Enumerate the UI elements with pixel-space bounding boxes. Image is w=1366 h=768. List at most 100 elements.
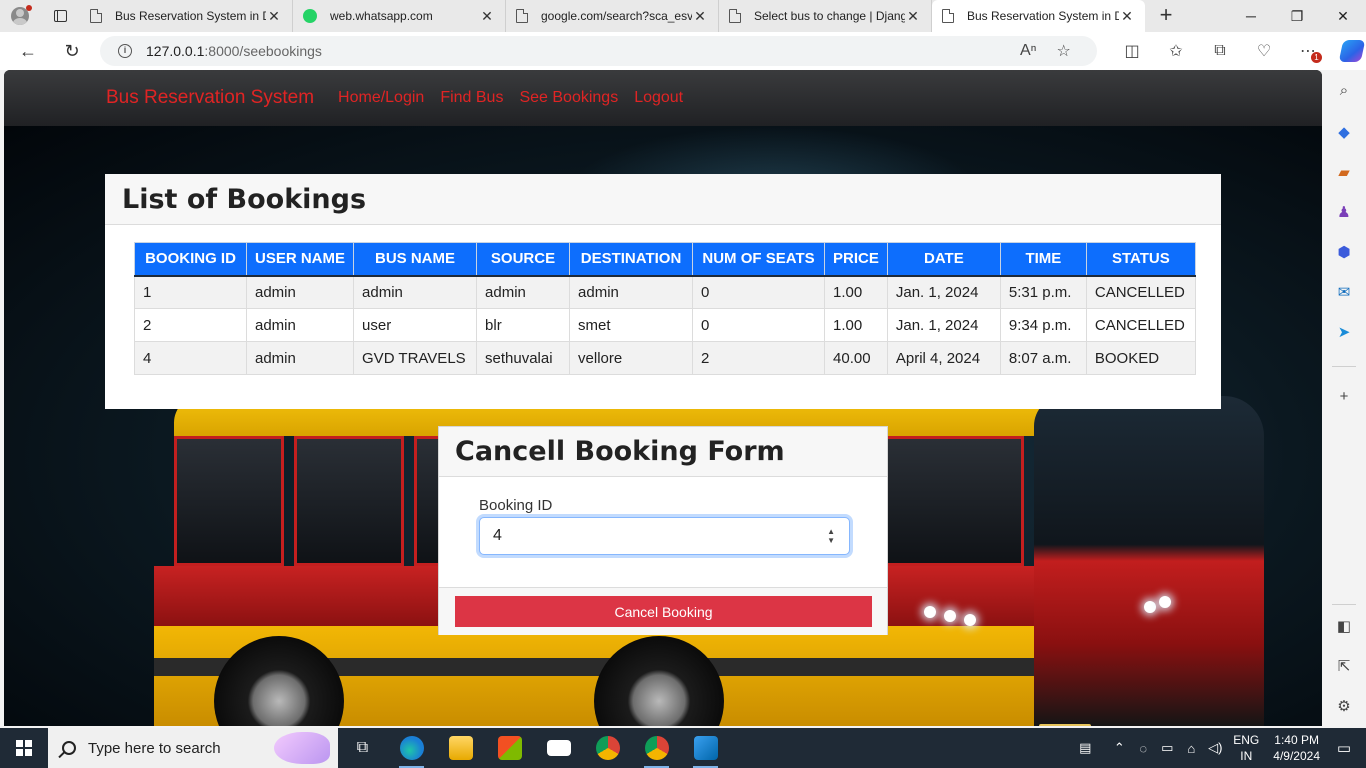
table-cell: admin <box>569 275 694 309</box>
close-icon[interactable]: ✕ <box>905 8 921 25</box>
minimize-icon[interactable]: ─ <box>1228 0 1274 32</box>
brand-link[interactable]: Bus Reservation System <box>106 87 314 109</box>
chrome-icon <box>644 736 669 760</box>
browser-tab[interactable]: google.com/search?sca_esv ✕ <box>506 0 719 32</box>
booking-id-input[interactable]: 4 ▲ ▼ <box>479 517 850 555</box>
nav-logout[interactable]: Logout <box>634 89 683 107</box>
sidebar-divider <box>1332 604 1356 605</box>
taskbar-mail[interactable] <box>534 728 583 768</box>
favorite-star-icon[interactable]: ☆ <box>1057 41 1071 61</box>
tab-actions-icon <box>53 10 67 22</box>
nav-find-bus[interactable]: Find Bus <box>440 89 503 107</box>
table-row: 1 admin admin admin admin 0 1.00 Jan. 1,… <box>134 275 1196 309</box>
close-icon[interactable]: ✕ <box>692 8 708 25</box>
table-cell: 40.00 <box>824 341 888 375</box>
table-cell: admin <box>353 275 478 309</box>
clock[interactable]: 1:40 PM 4/9/2024 <box>1273 732 1320 764</box>
keyboard-icon[interactable]: ▤ <box>1073 740 1097 756</box>
outlook-icon[interactable]: ✉ <box>1334 282 1354 302</box>
table-cell: 2 <box>692 341 826 375</box>
page-icon <box>90 9 102 23</box>
edge-sidebar: ⌕ ◆ ▰ ♟ ⬢ ✉ ➤ + ◧ ⇱ ⚙ <box>1322 70 1366 726</box>
table-cell: blr <box>476 308 571 342</box>
taskbar-search[interactable]: Type here to search <box>48 728 338 768</box>
start-button[interactable] <box>0 728 48 768</box>
browser-tab[interactable]: Select bus to change | Djang ✕ <box>719 0 932 32</box>
number-spinner-icon[interactable]: ▲ ▼ <box>827 527 835 545</box>
maximize-icon[interactable]: ❐ <box>1274 0 1320 32</box>
table-cell: 1.00 <box>824 308 888 342</box>
settings-more-icon[interactable]: ⋯ 1 <box>1286 32 1330 70</box>
browser-tab-active[interactable]: Bus Reservation System in D ✕ <box>932 0 1145 32</box>
toolbox-icon[interactable]: ▰ <box>1334 162 1354 182</box>
add-icon[interactable]: + <box>1334 386 1354 406</box>
table-cell: GVD TRAVELS <box>353 341 478 375</box>
copilot-button[interactable] <box>1330 32 1366 70</box>
refresh-button[interactable]: ↻ <box>50 32 94 70</box>
column-header: STATUS <box>1085 242 1196 277</box>
table-cell: 1.00 <box>824 275 888 309</box>
taskbar-chrome[interactable] <box>583 728 632 768</box>
close-icon[interactable]: ✕ <box>1119 8 1135 25</box>
notifications-icon[interactable]: ▭ <box>1332 739 1356 757</box>
favorites-icon[interactable]: ✩ <box>1154 32 1198 70</box>
search-icon[interactable]: ⌕ <box>1334 80 1354 100</box>
taskbar-edge[interactable] <box>387 728 436 768</box>
copilot-icon <box>1338 40 1366 62</box>
tag-icon[interactable]: ◆ <box>1334 122 1354 142</box>
external-link-icon[interactable]: ⇱ <box>1334 656 1354 676</box>
system-tray: ▤ ⌃ ◌ ▭ ⌂ ◁) ENG IN 1:40 PM 4/9/2024 ▭ <box>1073 728 1366 768</box>
new-tab-button[interactable]: + <box>1145 0 1187 32</box>
table-cell: 5:31 p.m. <box>999 275 1087 309</box>
address-bar: ← ↻ i 127.0.0.1:8000/seebookings Aⁿ ☆ ◫ … <box>0 32 1366 70</box>
info-icon[interactable]: i <box>118 44 132 58</box>
url-input[interactable]: i 127.0.0.1:8000/seebookings <box>100 36 1097 66</box>
column-header: BOOKING ID <box>134 242 247 277</box>
language-indicator[interactable]: ENG IN <box>1233 732 1259 764</box>
close-icon[interactable]: ✕ <box>266 8 282 25</box>
table-cell: user <box>353 308 478 342</box>
close-icon[interactable]: ✕ <box>479 8 495 25</box>
column-header: PRICE <box>824 242 888 277</box>
chevron-up-icon[interactable]: ⌃ <box>1107 740 1131 756</box>
table-cell: Jan. 1, 2024 <box>886 308 1001 342</box>
table-cell: admin <box>245 341 355 375</box>
taskbar-store[interactable] <box>485 728 534 768</box>
taskbar-file-explorer[interactable] <box>436 728 485 768</box>
profile-avatar[interactable] <box>0 0 40 32</box>
gear-icon[interactable]: ⚙ <box>1334 696 1354 716</box>
cancel-booking-button[interactable]: Cancel Booking <box>455 596 872 627</box>
tab-actions-button[interactable] <box>40 0 80 32</box>
send-icon[interactable]: ➤ <box>1334 322 1354 342</box>
taskbar-chrome-profile[interactable] <box>632 728 681 768</box>
table-cell: 4 <box>134 341 247 375</box>
network-icon[interactable]: ⌂ <box>1179 741 1203 756</box>
table-cell: BOOKED <box>1085 341 1196 375</box>
split-screen-icon[interactable]: ◫ <box>1110 32 1154 70</box>
bookings-table: BOOKING ID USER NAME BUS NAME SOURCE DES… <box>134 242 1196 375</box>
column-header: SOURCE <box>476 242 571 277</box>
tab-title: Bus Reservation System in D <box>967 9 1119 23</box>
nav-see-bookings[interactable]: See Bookings <box>519 89 618 107</box>
volume-icon[interactable]: ◁) <box>1203 740 1227 756</box>
games-icon[interactable]: ♟ <box>1334 202 1354 222</box>
nav-home-login[interactable]: Home/Login <box>338 89 424 107</box>
table-cell: smet <box>569 308 694 342</box>
browser-tab[interactable]: Bus Reservation System in D ✕ <box>80 0 293 32</box>
read-aloud-icon[interactable]: Aⁿ <box>1020 42 1037 60</box>
back-button[interactable]: ← <box>6 32 50 70</box>
sidebar-toggle-icon[interactable]: ◧ <box>1334 616 1354 636</box>
taskbar-vscode[interactable] <box>681 728 730 768</box>
battery-icon[interactable]: ▭ <box>1155 740 1179 756</box>
m365-icon[interactable]: ⬢ <box>1334 242 1354 262</box>
close-window-icon[interactable]: ✕ <box>1320 0 1366 32</box>
tab-title: google.com/search?sca_esv <box>541 9 692 23</box>
profile-notification-dot <box>26 5 32 11</box>
meet-icon[interactable]: ◌ <box>1131 741 1155 756</box>
browser-essentials-icon[interactable]: ♡ <box>1242 32 1286 70</box>
task-view-button[interactable]: ⧉ <box>338 728 387 768</box>
booking-id-label: Booking ID <box>479 497 553 514</box>
browser-tab-strip: Bus Reservation System in D ✕ web.whatsa… <box>0 0 1366 32</box>
collections-icon[interactable]: ⧉ <box>1198 32 1242 70</box>
browser-tab[interactable]: web.whatsapp.com ✕ <box>293 0 506 32</box>
